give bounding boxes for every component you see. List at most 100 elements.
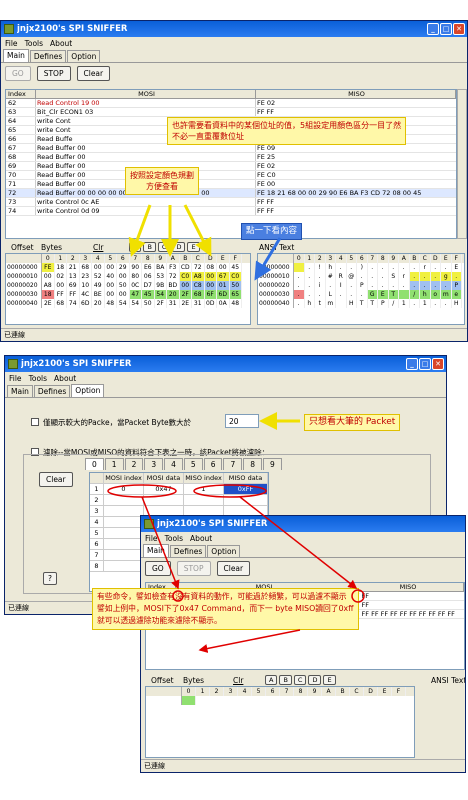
maximize-icon[interactable]: □ (419, 358, 431, 370)
hex-byte[interactable]: . (420, 281, 431, 290)
menu-tools[interactable]: Tools (25, 39, 43, 48)
hex-byte[interactable]: . (431, 263, 441, 272)
hex-byte[interactable]: . (315, 272, 326, 281)
hex-byte[interactable]: 50 (117, 281, 130, 290)
hex-byte[interactable]: T (357, 299, 368, 308)
hex-byte[interactable]: 50 (229, 281, 242, 290)
filter-tab[interactable]: 5 (183, 458, 203, 470)
hex-byte[interactable]: . (410, 263, 420, 272)
filter-tab[interactable]: 9 (263, 458, 282, 470)
hex-byte[interactable]: 21 (67, 263, 80, 272)
tab-main[interactable]: Main (143, 544, 169, 557)
hex-byte[interactable]: 31 (167, 299, 180, 308)
packet-grid[interactable]: Index MOSI MISO 62 Read Control 19 00 FE 0… (5, 89, 457, 239)
hex-byte[interactable] (182, 696, 196, 705)
hex-byte[interactable]: 0C (130, 281, 142, 290)
hex-byte[interactable]: 54 (117, 299, 130, 308)
hex-byte[interactable]: . (336, 263, 347, 272)
hex-byte[interactable]: . (368, 272, 378, 281)
hex-byte[interactable]: 00 (105, 281, 117, 290)
hex-byte[interactable]: D7 (142, 281, 155, 290)
hex-byte[interactable]: FF (55, 290, 67, 299)
hex-byte[interactable]: 0A (217, 299, 230, 308)
hex-byte[interactable]: CD (180, 263, 192, 272)
color-mark-button[interactable]: E (187, 242, 200, 252)
hex-byte[interactable]: . (389, 263, 399, 272)
hex-row[interactable]: 00000010 00 02 13 23 52 40 00 80 06 53 72 C0 A8 00 67 C0 (6, 272, 250, 281)
hex-byte[interactable]: o (430, 290, 441, 299)
hex-byte[interactable]: . (409, 281, 420, 290)
table-row[interactable]: 69 Read Buffer 00 FE 02 (6, 162, 456, 171)
tab-option[interactable]: Option (71, 384, 105, 397)
hex-view[interactable]: 0 1 2 3 4 5 6 7 8 9 A B C D E F 00000000 FE 18 21 68 00 00 29 90… (5, 253, 251, 325)
hex-byte[interactable]: 48 (230, 299, 242, 308)
hex-byte[interactable]: H (347, 299, 357, 308)
table-row[interactable]: 68 Read Buffer 00 FE 25 (6, 153, 456, 162)
hex-byte[interactable]: . (430, 281, 441, 290)
filter-clear-button[interactable]: Clear (39, 472, 73, 487)
hex-row[interactable]: 00000040 2E 68 74 6D 20 48 54 54 50 2F 31 2E 31 0D 0A 48 (6, 299, 250, 308)
hex-byte[interactable]: FF (67, 290, 80, 299)
hex-byte[interactable]: 80 (130, 272, 142, 281)
hex-byte[interactable]: 13 (67, 272, 80, 281)
tab-defines[interactable]: Defines (169, 545, 207, 557)
hex-byte[interactable]: T (368, 299, 378, 308)
hex-byte[interactable]: 18 (42, 290, 55, 299)
menu-file[interactable]: File (9, 374, 22, 383)
hex-byte[interactable]: 00 (179, 281, 192, 290)
filter-tab[interactable]: 4 (164, 458, 183, 470)
hex-byte[interactable]: 68 (55, 299, 67, 308)
tab-defines[interactable]: Defines (33, 385, 71, 397)
hex-byte[interactable]: 2E (180, 299, 192, 308)
hex-byte[interactable]: BE (92, 290, 105, 299)
hex-byte[interactable]: . (410, 299, 420, 308)
hex-byte[interactable]: 06 (142, 272, 155, 281)
menu-tools[interactable]: Tools (29, 374, 47, 383)
stop-button[interactable]: STOP (36, 65, 71, 81)
hex-byte[interactable]: . (431, 299, 441, 308)
hex-byte[interactable]: . (305, 272, 315, 281)
hex-byte[interactable]: . (389, 281, 399, 290)
hex-byte[interactable]: 68 (192, 290, 205, 299)
hex-byte[interactable]: . (357, 272, 368, 281)
menu-about[interactable]: About (54, 374, 76, 383)
hex-byte[interactable]: . (336, 290, 347, 299)
color-mark-button[interactable]: E (323, 675, 336, 685)
table-row[interactable]: 71 Read Buffer 00 FE 00 (6, 180, 456, 189)
hex-byte[interactable]: E6 (142, 263, 155, 272)
hex-byte[interactable]: ) (357, 263, 368, 272)
table-row[interactable]: 63 Bit_Clr ECON1 03 FF FF (6, 108, 456, 117)
hex-byte[interactable]: . (368, 263, 378, 272)
hex-byte[interactable]: 50 (142, 299, 155, 308)
large-packet-checkbox[interactable] (31, 418, 39, 426)
hex-byte[interactable]: 23 (80, 272, 92, 281)
hex-byte[interactable]: . (347, 281, 357, 290)
hex-byte[interactable]: L (326, 290, 336, 299)
hex-byte[interactable]: . (305, 281, 315, 290)
hex-byte[interactable]: 2F (179, 290, 192, 299)
table-row[interactable]: 73 write Control 0c AE FF FF (6, 198, 456, 207)
hex-byte[interactable]: BD (167, 281, 180, 290)
hex-byte[interactable]: I (336, 281, 347, 290)
color-mark-button[interactable]: B (143, 242, 156, 252)
hex-byte[interactable]: . (441, 299, 452, 308)
table-row[interactable]: 72 Read Buffer 00 00 00 00 00 00 00 00 00… (6, 189, 456, 198)
hex-byte[interactable]: 45 (142, 290, 155, 299)
hex-byte[interactable]: F3 (167, 263, 180, 272)
hex-byte[interactable]: i (315, 281, 326, 290)
hex-row[interactable]: 00000010... # R @... Sr... g. (258, 272, 464, 281)
hex-byte[interactable]: 6F (204, 290, 217, 299)
hex-byte[interactable]: 52 (92, 272, 105, 281)
hex-byte[interactable]: 54 (130, 299, 142, 308)
hex-byte[interactable]: 1 (420, 299, 431, 308)
hex-byte[interactable]: . (347, 290, 357, 299)
inner-titlebar[interactable]: jnjx2100's SPI SNIFFER (141, 516, 465, 532)
hex-byte[interactable]: 18 (55, 263, 67, 272)
hex-byte[interactable]: A8 (192, 272, 205, 281)
hex-byte[interactable]: . (315, 290, 326, 299)
hex-row[interactable]: 00000020.. i. I. P........ P (258, 281, 464, 290)
hex-byte[interactable]: 00 (204, 281, 217, 290)
hex-byte[interactable]: . (378, 272, 389, 281)
hex-byte[interactable]: r (420, 263, 431, 272)
hex-byte[interactable]: 00 (117, 290, 130, 299)
